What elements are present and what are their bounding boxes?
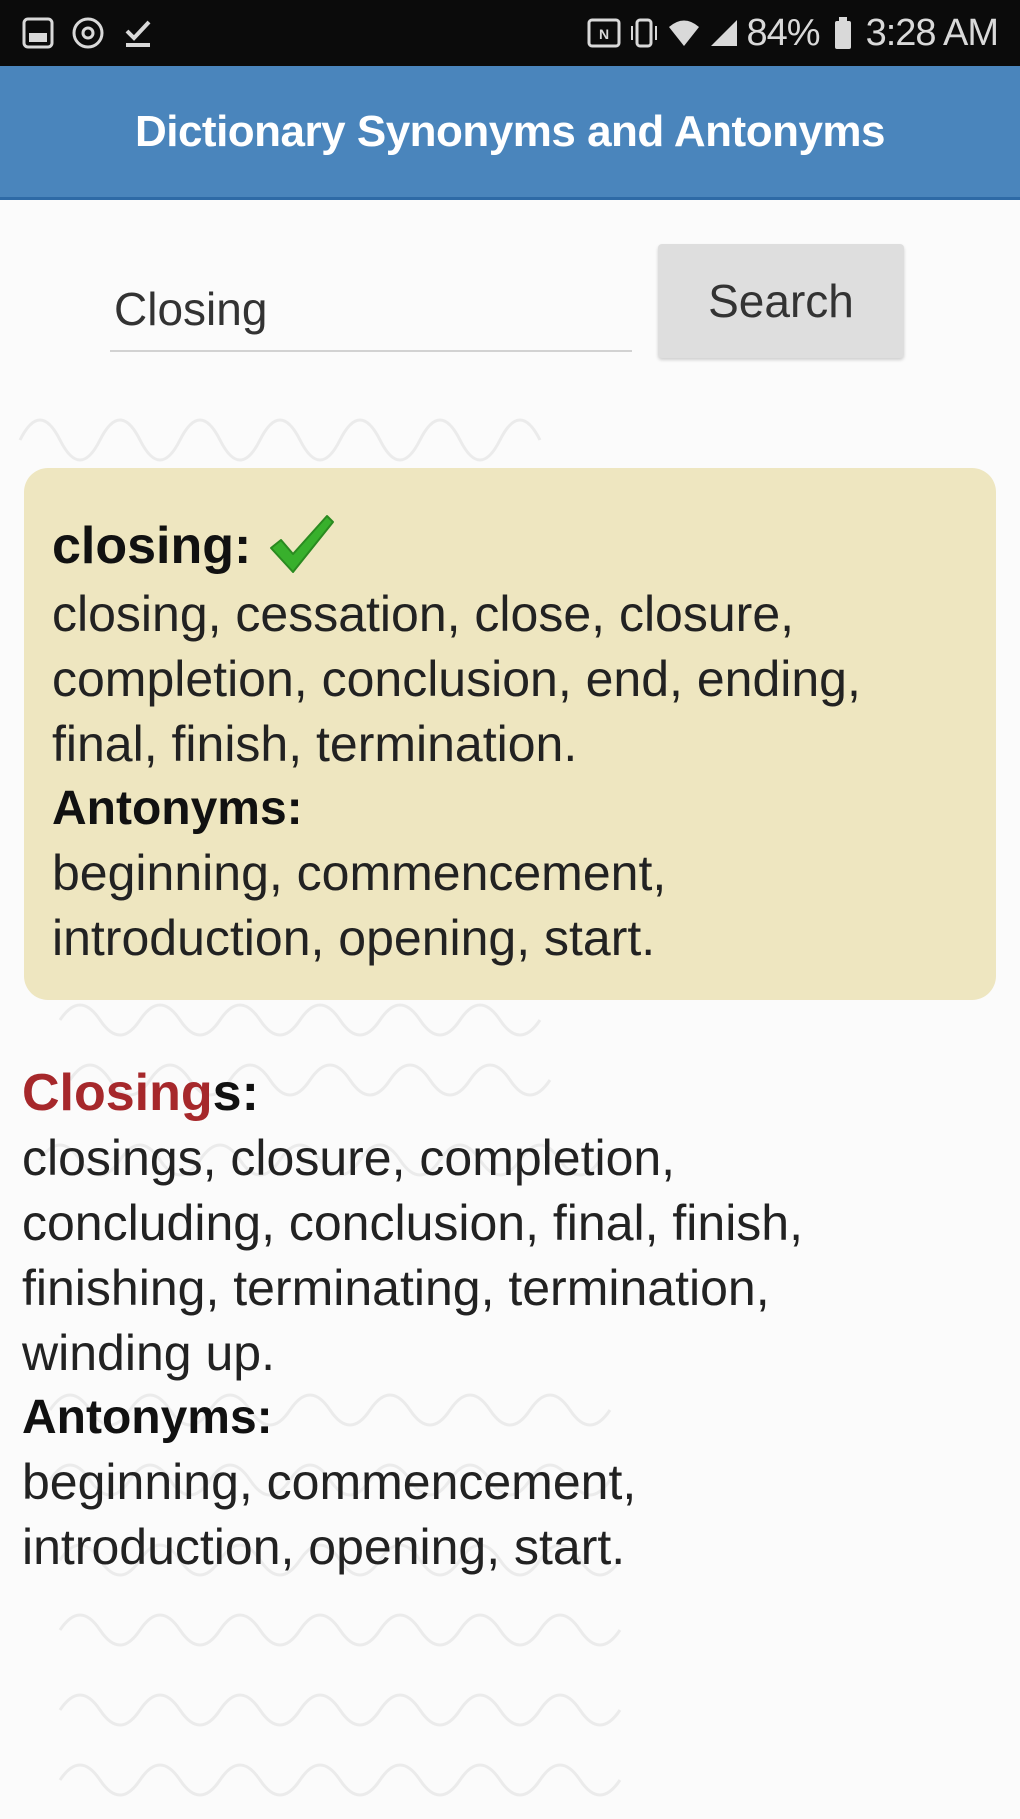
search-input[interactable] (110, 268, 632, 352)
antonyms-line: introduction, opening, start. (22, 1519, 626, 1575)
app-bar: Dictionary Synonyms and Antonyms (0, 66, 1020, 200)
check-icon (265, 510, 337, 582)
battery-percent: 84% (746, 11, 821, 54)
related-entry-heading: Closings: (22, 1060, 982, 1126)
app-title: Dictionary Synonyms and Antonyms (134, 106, 886, 156)
vibrate-icon (627, 13, 661, 53)
antonyms-label: Antonyms: (22, 1391, 273, 1444)
related-word-suffix: s: (212, 1064, 259, 1122)
antonyms-label: Antonyms: (52, 782, 303, 835)
synonyms-line: closing, cessation, close, closure, (52, 586, 795, 642)
status-right-icons: N 84% 3:28 AM (581, 11, 999, 55)
synonyms-line: winding up. (22, 1325, 275, 1381)
wifi-icon (667, 13, 701, 53)
synonyms-line: final, finish, termination. (52, 716, 578, 772)
svg-text:N: N (598, 26, 608, 42)
related-word-highlight: Closing (22, 1064, 213, 1122)
download-check-icon (118, 13, 158, 53)
gallery-icon (18, 13, 58, 53)
related-entry: Closings: closings, closure, completion,… (22, 1060, 982, 1580)
battery-icon (826, 13, 860, 53)
status-bar: N 84% 3:28 AM (0, 0, 1020, 66)
entry-word: closing: (52, 517, 252, 575)
antonyms-line: beginning, commencement, (22, 1454, 637, 1510)
entry-heading: closing: (52, 510, 968, 582)
clock: 3:28 AM (865, 11, 999, 54)
search-button[interactable]: Search (658, 244, 904, 358)
synonyms-line: closings, closure, completion, (22, 1130, 676, 1186)
primary-result-card: closing: closing, cessation, close, clos… (24, 468, 996, 1000)
nfc-icon: N (587, 13, 621, 53)
signal-icon (707, 13, 741, 53)
at-sign-icon (68, 13, 108, 53)
status-left-icons (18, 13, 168, 53)
antonyms-line: introduction, opening, start. (52, 910, 656, 966)
synonyms-line: completion, conclusion, end, ending, (52, 651, 861, 707)
synonyms-line: concluding, conclusion, final, finish, (22, 1195, 804, 1251)
synonyms-line: finishing, terminating, termination, (22, 1260, 770, 1316)
antonyms-line: beginning, commencement, (52, 845, 667, 901)
